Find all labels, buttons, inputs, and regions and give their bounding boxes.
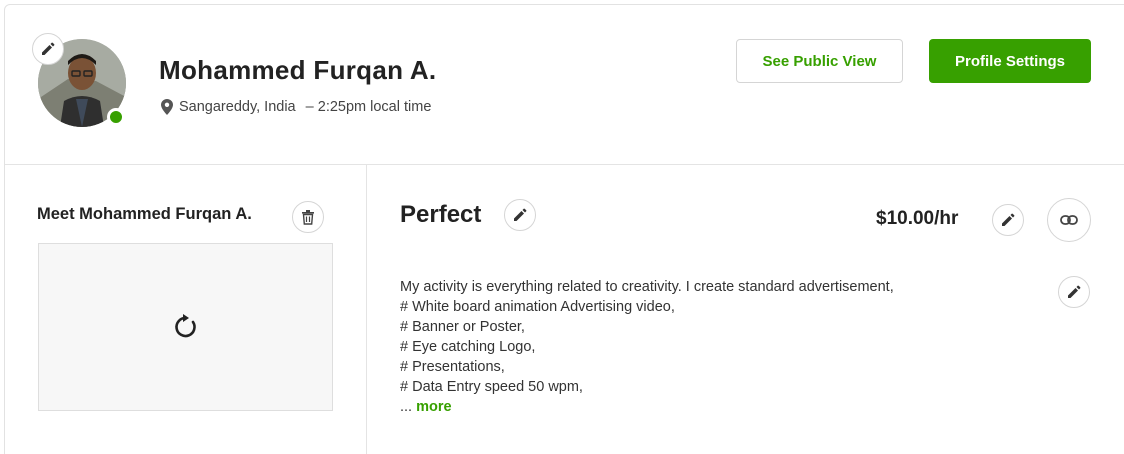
reload-icon [174, 314, 196, 338]
local-time: 2:25pm local time [317, 99, 432, 115]
description-line: # Banner or Poster, [400, 319, 525, 335]
location-text: Sangareddy, India [179, 99, 296, 115]
online-status-indicator [107, 108, 125, 126]
edit-description-button[interactable] [1058, 276, 1090, 308]
more-link[interactable]: more [416, 399, 451, 415]
profile-title: Perfect [400, 201, 482, 228]
profile-card: Mohammed Furqan A. Sangareddy, India – 2… [4, 4, 1124, 454]
copy-profile-link-button[interactable] [1047, 198, 1091, 242]
pencil-icon [1068, 285, 1081, 298]
video-panel: Meet Mohammed Furqan A. [5, 165, 367, 454]
description-line: My activity is everything related to cre… [400, 279, 894, 295]
hourly-rate: $10.00/hr [876, 208, 959, 229]
profile-settings-button[interactable]: Profile Settings [929, 39, 1091, 83]
profile-location: Sangareddy, India – 2:25pm local time [161, 99, 431, 115]
description-line: # Eye catching Logo, [400, 339, 536, 355]
edit-title-button[interactable] [504, 199, 536, 231]
description-line: # Presentations, [400, 359, 505, 375]
see-public-view-button[interactable]: See Public View [736, 39, 903, 83]
pencil-icon [42, 42, 55, 55]
edit-rate-button[interactable] [992, 204, 1024, 236]
location-separator: – [301, 99, 318, 115]
video-placeholder[interactable] [38, 243, 333, 411]
profile-header: Mohammed Furqan A. Sangareddy, India – 2… [5, 5, 1124, 165]
pencil-icon [514, 208, 527, 221]
trash-icon [302, 209, 314, 225]
location-pin-icon [161, 99, 173, 115]
pencil-icon [1002, 213, 1015, 226]
description-line: # White board animation Advertising vide… [400, 299, 675, 315]
description-ellipsis: ... [400, 399, 413, 415]
description-line: # Data Entry speed 50 wpm, [400, 379, 583, 395]
edit-avatar-button[interactable] [32, 33, 64, 65]
link-icon [1060, 215, 1078, 225]
video-title: Meet Mohammed Furqan A. [37, 205, 252, 223]
profile-name: Mohammed Furqan A. [159, 55, 437, 85]
profile-description: My activity is everything related to cre… [400, 277, 894, 417]
delete-video-button[interactable] [292, 201, 324, 233]
description-more-row: ... more [400, 397, 894, 417]
